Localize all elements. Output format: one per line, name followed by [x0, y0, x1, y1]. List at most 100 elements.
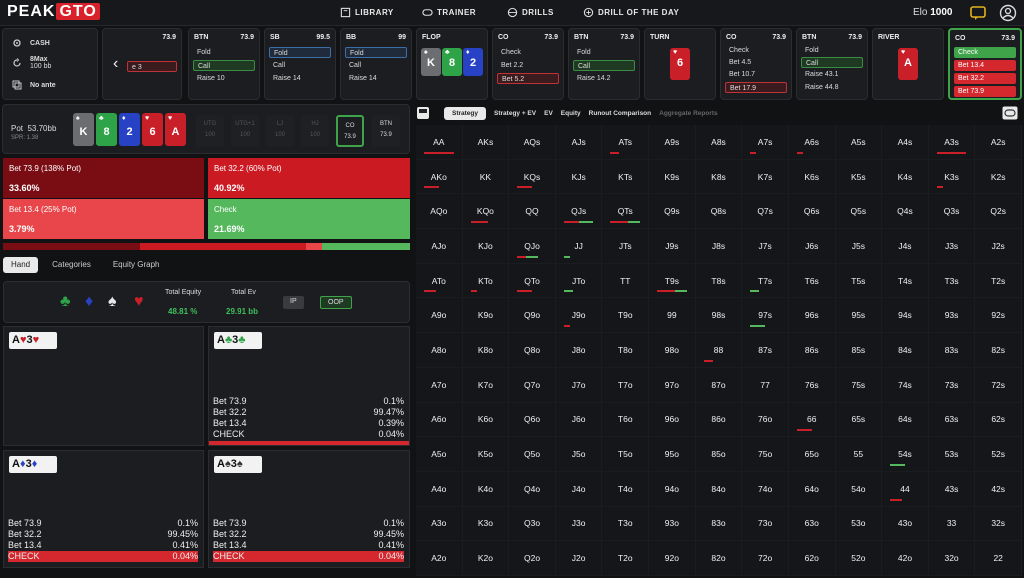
hand-cell[interactable]: A8s [695, 125, 743, 160]
hand-cell[interactable]: 74s [882, 367, 929, 403]
action-raise[interactable]: Raise 10 [193, 73, 255, 84]
hand-cell[interactable]: A2o [416, 541, 463, 576]
action-bet[interactable]: Bet 10.7 [725, 69, 787, 80]
position-co[interactable]: CO 73.9 [336, 115, 364, 147]
hand-cell[interactable]: 82o [695, 541, 743, 576]
hand-cell[interactable]: Q7o [509, 367, 556, 403]
action-bet[interactable]: Bet 73.9 [954, 86, 1016, 97]
combo-ah3h[interactable]: A♥3♥ [3, 326, 204, 446]
hand-cell[interactable]: 97s [742, 298, 789, 334]
action-raise[interactable]: Raise 43.1 [801, 69, 863, 80]
tab-strategy[interactable]: Strategy [444, 106, 487, 120]
diamond-filter-icon[interactable]: ♦ [85, 293, 93, 311]
hand-cell[interactable]: 62o [788, 541, 836, 576]
hand-cell[interactable]: 55 [835, 437, 883, 472]
turn-street[interactable]: TURN ♥ 6 [644, 28, 716, 100]
hand-cell[interactable]: A5s [835, 125, 883, 160]
nav-drills[interactable]: DRILLS [507, 7, 554, 18]
hand-cell[interactable]: AJs [555, 125, 603, 160]
step-btn-preflop[interactable]: BTN 73.9 Fold Call Raise 10 [188, 28, 260, 100]
hand-cell[interactable]: 64o [788, 471, 836, 507]
hand-cell[interactable]: 44 [882, 471, 929, 507]
step-co-river[interactable]: CO 73.9 Check Bet 13.4 Bet 32.2 Bet 73.9 [948, 28, 1022, 100]
hand-cell[interactable]: 63s [928, 402, 976, 438]
step-btn-flop[interactable]: BTN 73.9 Fold Call Raise 14.2 [568, 28, 640, 100]
chevron-left-icon[interactable]: ‹ [113, 55, 118, 73]
hand-cell[interactable]: A6s [788, 125, 836, 160]
hand-cell[interactable]: 52s [975, 437, 1022, 472]
hand-cell[interactable]: K2s [975, 159, 1022, 195]
hand-cell[interactable]: ATo [416, 263, 463, 299]
hand-cell[interactable]: J5s [835, 229, 883, 264]
action-bet[interactable]: Bet 5.2 [497, 73, 559, 84]
freq-bet-32[interactable]: Bet 32.2 (60% Pot) 40.92% [208, 158, 410, 198]
step-co-flop[interactable]: CO 73.9 Check Bet 2.2 Bet 5.2 [492, 28, 564, 100]
hand-cell[interactable]: Q6o [509, 402, 556, 438]
hand-cell[interactable]: J9s [649, 229, 696, 264]
hand-cell[interactable]: 93o [649, 506, 696, 542]
oop-toggle[interactable]: OOP [320, 296, 352, 309]
hand-cell[interactable]: 73o [742, 506, 789, 542]
hand-cell[interactable]: J3s [928, 229, 976, 264]
hand-cell[interactable]: QJs [555, 194, 603, 230]
hand-cell[interactable]: K6o [462, 402, 510, 438]
hand-cell[interactable]: A4s [882, 125, 929, 160]
step-co-turn[interactable]: CO 73.9 Check Bet 4.5 Bet 10.7 Bet 17.9 [720, 28, 792, 100]
hand-cell[interactable]: AKo [416, 159, 463, 195]
hand-cell[interactable]: J8o [555, 333, 603, 368]
action-check[interactable]: Check [497, 47, 559, 58]
hand-cell[interactable]: A7o [416, 367, 463, 403]
hand-cell[interactable]: T4o [602, 471, 650, 507]
action-call[interactable]: Call [345, 60, 407, 71]
combo-as3s[interactable]: A♠3♠ Bet 73.9 0.1% Bet 32.2 99.45% Bet 13.… [208, 450, 410, 568]
action-bet[interactable]: Bet 13.4 [954, 60, 1016, 71]
hand-cell[interactable]: T5s [835, 263, 883, 299]
hand-cell[interactable]: K5s [835, 159, 883, 195]
hand-cell[interactable]: 43s [928, 471, 976, 507]
hand-cell[interactable]: Q3s [928, 194, 976, 230]
action-fold[interactable]: Fold [193, 47, 255, 58]
hand-cell[interactable]: AJo [416, 229, 463, 264]
tab-strategy-ev[interactable]: Strategy + EV [494, 110, 536, 117]
tab-aggregate-reports[interactable]: Aggregate Reports [659, 110, 718, 117]
hand-cell[interactable]: K2o [462, 541, 510, 576]
action-fold[interactable]: Fold [801, 45, 863, 56]
action-raise[interactable]: Raise 44.8 [801, 82, 863, 93]
river-street[interactable]: RIVER ♥ A [872, 28, 944, 100]
hand-cell[interactable]: 88 [695, 333, 743, 368]
hand-cell[interactable]: J2s [975, 229, 1022, 264]
hand-cell[interactable]: K9s [649, 159, 696, 195]
hand-cell[interactable]: 99 [649, 298, 696, 334]
hand-cell[interactable]: 96o [649, 402, 696, 438]
combo-ac3c[interactable]: A♣3♣ Bet 73.9 0.1% Bet 32.2 99.47% Bet 13.… [208, 326, 410, 446]
hand-cell[interactable]: K6s [788, 159, 836, 195]
hand-cell[interactable]: T8s [695, 263, 743, 299]
hand-cell[interactable]: 65o [788, 437, 836, 472]
hand-cell[interactable]: 75s [835, 367, 883, 403]
hand-cell[interactable]: A8o [416, 333, 463, 368]
combo-ad3d[interactable]: A♦3♦ Bet 73.9 0.1% Bet 32.2 99.45% Bet 13.… [3, 450, 204, 568]
hand-cell[interactable]: 33 [928, 506, 976, 542]
hand-cell[interactable]: K9o [462, 298, 510, 334]
freq-check[interactable]: Check 21.69% [208, 199, 410, 239]
hand-cell[interactable]: KQs [509, 159, 556, 195]
hand-cell[interactable]: Q6s [788, 194, 836, 230]
hand-cell[interactable]: Q8o [509, 333, 556, 368]
hand-cell[interactable]: Q3o [509, 506, 556, 542]
hand-cell[interactable]: 32o [928, 541, 976, 576]
hand-cell[interactable]: K7o [462, 367, 510, 403]
hand-cell[interactable]: AQo [416, 194, 463, 230]
hand-cell[interactable]: K4s [882, 159, 929, 195]
hand-cell[interactable]: 54o [835, 471, 883, 507]
hand-cell[interactable]: 96s [788, 298, 836, 334]
hand-cell[interactable]: J6s [788, 229, 836, 264]
hand-cell[interactable]: Q4s [882, 194, 929, 230]
hand-cell[interactable]: 77 [742, 367, 789, 403]
position-hj[interactable]: HJ 100 [301, 115, 329, 147]
hand-cell[interactable]: T7s [742, 263, 789, 299]
hand-cell[interactable]: QJo [509, 229, 556, 264]
hand-cell[interactable]: 92o [649, 541, 696, 576]
hand-cell[interactable]: 92s [975, 298, 1022, 334]
hand-cell[interactable]: T4s [882, 263, 929, 299]
hand-cell[interactable]: JTs [602, 229, 650, 264]
